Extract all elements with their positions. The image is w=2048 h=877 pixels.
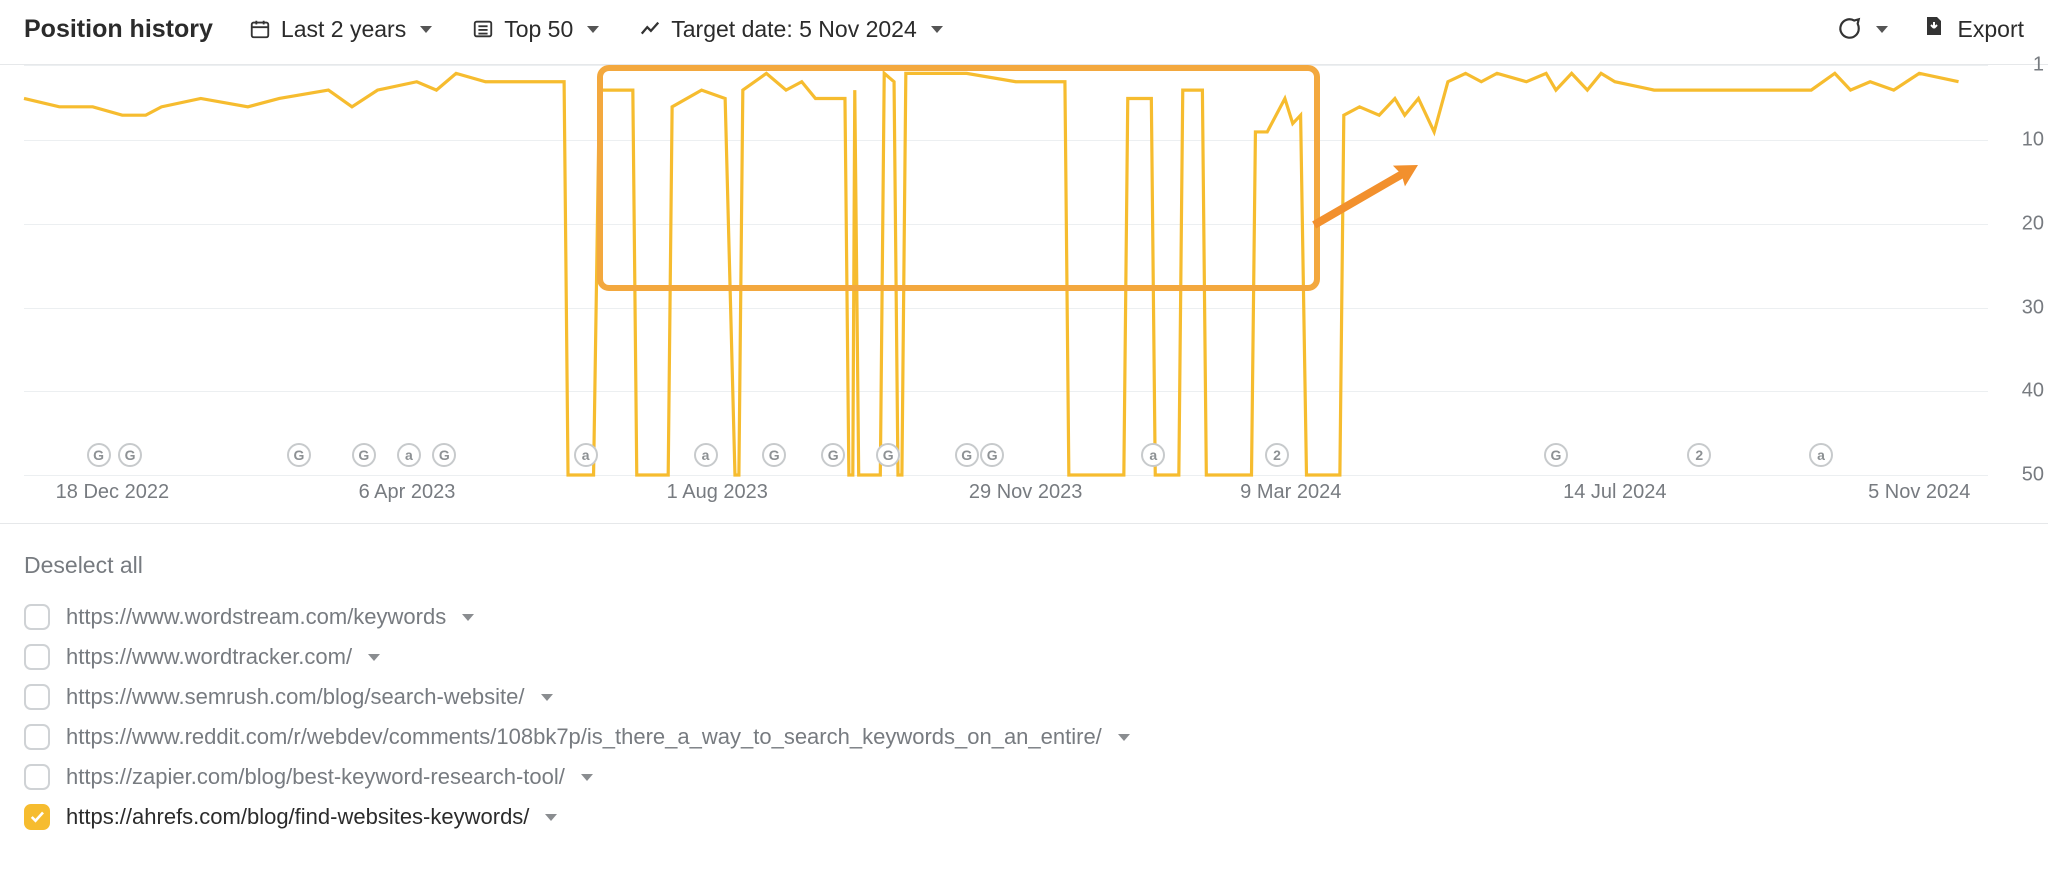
export-label: Export bbox=[1958, 16, 2024, 43]
url-label[interactable]: https://www.reddit.com/r/webdev/comments… bbox=[66, 724, 1102, 750]
algorithm-update-marker[interactable]: a bbox=[397, 443, 421, 467]
url-row: https://www.wordtracker.com/ bbox=[24, 637, 2024, 677]
date-range-label: Last 2 years bbox=[281, 16, 406, 43]
x-axis-tick: 14 Jul 2024 bbox=[1563, 481, 1666, 504]
algorithm-update-marker[interactable]: 2 bbox=[1265, 443, 1289, 467]
x-axis-tick: 1 Aug 2023 bbox=[667, 481, 768, 504]
date-range-dropdown[interactable]: Last 2 years bbox=[249, 16, 432, 43]
algorithm-update-marker[interactable]: a bbox=[694, 443, 718, 467]
deselect-all-button[interactable]: Deselect all bbox=[24, 552, 2024, 579]
x-axis-tick: 18 Dec 2022 bbox=[56, 481, 169, 504]
trend-icon bbox=[639, 18, 661, 40]
comment-icon bbox=[1836, 16, 1862, 42]
y-axis-tick: 10 bbox=[1992, 129, 2044, 152]
url-checkbox[interactable] bbox=[24, 684, 50, 710]
algorithm-update-marker[interactable]: a bbox=[1141, 443, 1165, 467]
chevron-down-icon[interactable] bbox=[1118, 734, 1130, 741]
chevron-down-icon bbox=[1876, 26, 1888, 33]
algorithm-update-marker[interactable]: G bbox=[352, 443, 376, 467]
chevron-down-icon bbox=[420, 26, 432, 33]
url-label[interactable]: https://ahrefs.com/blog/find-websites-ke… bbox=[66, 804, 529, 830]
y-axis-tick: 50 bbox=[1992, 464, 2044, 487]
url-label[interactable]: https://zapier.com/blog/best-keyword-res… bbox=[66, 764, 565, 790]
url-checkbox[interactable] bbox=[24, 804, 50, 830]
algorithm-update-marker[interactable]: G bbox=[821, 443, 845, 467]
page-title: Position history bbox=[24, 15, 213, 44]
chevron-down-icon[interactable] bbox=[545, 814, 557, 821]
algorithm-update-marker[interactable]: G bbox=[876, 443, 900, 467]
algorithm-update-marker[interactable]: G bbox=[118, 443, 142, 467]
calendar-icon bbox=[249, 18, 271, 40]
x-axis-tick: 5 Nov 2024 bbox=[1868, 481, 1970, 504]
url-row: https://zapier.com/blog/best-keyword-res… bbox=[24, 757, 2024, 797]
algorithm-update-marker[interactable]: G bbox=[980, 443, 1004, 467]
algorithm-update-marker[interactable]: G bbox=[87, 443, 111, 467]
chevron-down-icon[interactable] bbox=[368, 654, 380, 661]
top-n-dropdown[interactable]: Top 50 bbox=[472, 16, 599, 43]
toolbar-right: Export bbox=[1836, 14, 2024, 44]
url-checkbox[interactable] bbox=[24, 604, 50, 630]
algorithm-update-marker[interactable]: G bbox=[432, 443, 456, 467]
url-checkbox[interactable] bbox=[24, 764, 50, 790]
chart-series-line bbox=[24, 73, 1959, 475]
algorithm-update-marker[interactable]: a bbox=[574, 443, 598, 467]
y-axis-tick: 1 bbox=[1992, 54, 2044, 77]
algorithm-update-marker[interactable]: 2 bbox=[1687, 443, 1711, 467]
x-axis-tick: 6 Apr 2023 bbox=[359, 481, 456, 504]
algorithm-update-marker[interactable]: G bbox=[1544, 443, 1568, 467]
algorithm-update-marker[interactable]: G bbox=[762, 443, 786, 467]
url-label[interactable]: https://www.wordtracker.com/ bbox=[66, 644, 352, 670]
algorithm-update-marker[interactable]: a bbox=[1809, 443, 1833, 467]
url-row: https://www.semrush.com/blog/search-webs… bbox=[24, 677, 2024, 717]
algorithm-update-marker[interactable]: G bbox=[287, 443, 311, 467]
url-row: https://www.wordstream.com/keywords bbox=[24, 597, 2024, 637]
x-axis-tick: 9 Mar 2024 bbox=[1240, 481, 1341, 504]
position-history-chart: GGGGaGaaGGGGGa2G2a 18 Dec 20226 Apr 2023… bbox=[0, 64, 2048, 524]
target-date-label: Target date: 5 Nov 2024 bbox=[671, 16, 917, 43]
chevron-down-icon bbox=[587, 26, 599, 33]
url-row: https://www.reddit.com/r/webdev/comments… bbox=[24, 717, 2024, 757]
y-axis-tick: 30 bbox=[1992, 296, 2044, 319]
chevron-down-icon[interactable] bbox=[581, 774, 593, 781]
url-row: https://ahrefs.com/blog/find-websites-ke… bbox=[24, 797, 2024, 837]
chevron-down-icon[interactable] bbox=[541, 694, 553, 701]
chevron-down-icon[interactable] bbox=[462, 614, 474, 621]
y-axis-tick: 20 bbox=[1992, 212, 2044, 235]
target-date-dropdown[interactable]: Target date: 5 Nov 2024 bbox=[639, 16, 943, 43]
export-button[interactable]: Export bbox=[1922, 14, 2024, 44]
comment-dropdown[interactable] bbox=[1836, 16, 1888, 42]
y-axis-tick: 40 bbox=[1992, 380, 2044, 403]
chevron-down-icon bbox=[931, 26, 943, 33]
top-n-label: Top 50 bbox=[504, 16, 573, 43]
url-checkbox[interactable] bbox=[24, 724, 50, 750]
toolbar: Position history Last 2 years Top 50 Tar… bbox=[0, 0, 2048, 64]
x-axis-tick: 29 Nov 2023 bbox=[969, 481, 1082, 504]
url-label[interactable]: https://www.wordstream.com/keywords bbox=[66, 604, 446, 630]
url-checkbox[interactable] bbox=[24, 644, 50, 670]
algorithm-update-marker[interactable]: G bbox=[955, 443, 979, 467]
url-label[interactable]: https://www.semrush.com/blog/search-webs… bbox=[66, 684, 525, 710]
url-legend: Deselect all https://www.wordstream.com/… bbox=[0, 552, 2048, 877]
download-icon bbox=[1922, 14, 1946, 44]
list-icon bbox=[472, 18, 494, 40]
